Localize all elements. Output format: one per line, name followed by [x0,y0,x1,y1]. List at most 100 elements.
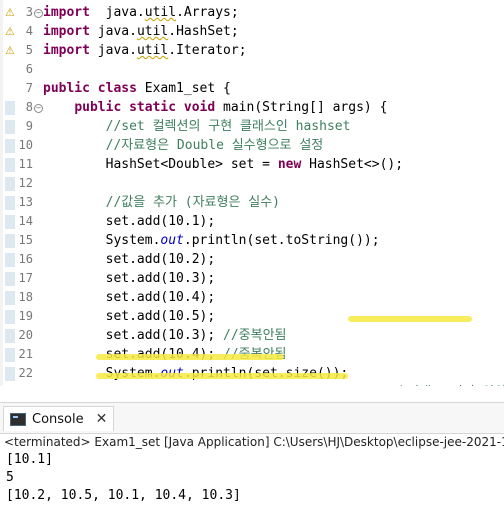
line-number: 16 [18,252,33,266]
line-number: 11 [18,157,33,171]
code-token: System. [43,233,161,248]
line-number: 15 [18,233,33,247]
code-line[interactable]: 12 [0,174,504,193]
code-text: import java.util.HashSet; [43,22,239,41]
code-token: java. [89,5,145,20]
console-view-header: Console ✕ [0,402,504,434]
code-text: set.add(10.4); [43,288,216,307]
fold-toggle-icon[interactable]: − [34,104,43,113]
line-number: 12 [18,176,33,190]
code-text: //값을 추가 (자료형은 실수) [43,193,280,212]
code-text: set.add(10.2); [43,250,216,269]
code-token: set.add(10.2); [43,252,216,267]
line-number: 14 [18,214,33,228]
line-number: 7 [25,81,33,95]
code-line[interactable]: 14 set.add(10.1); [0,212,504,231]
code-token: java. [89,43,137,58]
line-number: 13 [18,195,33,209]
code-token: util [144,5,177,20]
code-text: public class Exam1_set { [43,79,231,98]
line-number: 19 [18,309,33,323]
keyword-token: public static void [74,100,216,115]
code-token: set.add(10.3); [43,328,224,343]
code-token: .println(set.toString()); [184,385,380,386]
code-text: System.out.println(set.toString());//순서대… [43,383,504,386]
code-line[interactable]: 15 System.out.println(set.toString()); [0,231,504,250]
console-tab-label: Console [32,411,84,427]
highlight-stroke [348,316,472,322]
code-token: .HashSet; [168,24,239,39]
code-text: import java.util.Arrays; [43,3,239,22]
code-token: set.add(10.4); [43,290,216,305]
keyword-token: import [43,43,90,58]
code-line[interactable]: 9 //set 컬렉션의 구현 클래스인 hashset [0,117,504,136]
code-line[interactable]: 7 public class Exam1_set { [0,79,504,98]
console-output-line: [10.2, 10.5, 10.1, 10.4, 10.3] [6,488,241,503]
code-token: .println(set.toString()); [183,233,380,248]
keyword-token: public class [43,81,137,96]
code-editor[interactable]: ⚠ 3− import java.util.Arrays; ⚠ 4 import java… [0,0,504,386]
code-token: main(String[] args) { [215,100,388,115]
code-line[interactable]: 13 //값을 추가 (자료형은 실수) [0,193,504,212]
console-output-line: 5 [6,470,14,485]
code-text: System.out.println(set.toString()); [43,231,380,250]
code-text: set.add(10.5); [43,307,216,326]
code-line[interactable]: 8− public static void main(String[] args… [0,98,504,117]
comment-token: //순서대로 되지 않았다. [380,385,504,386]
code-token: HashSet<>(); [301,157,404,172]
line-number: 8 [25,100,33,114]
code-text: import java.util.Iterator; [43,41,247,60]
comment-token: //set 컬렉션의 구현 클래스인 hashset [43,119,351,134]
close-icon[interactable]: ✕ [96,411,108,427]
code-line[interactable]: ⚠ 3− import java.util.Arrays; [0,3,504,22]
comment-token: //자료형은 Double 실수형으로 설정 [43,138,324,153]
code-line[interactable]: 16 set.add(10.2); [0,250,504,269]
fold-toggle-icon[interactable]: − [34,9,43,18]
console-output-line: [10.1] [6,452,53,467]
code-line[interactable]: 23 System.out.println(set.toString());//… [0,383,504,386]
highlight-stroke [96,354,284,360]
code-token: out [160,385,183,386]
code-token: util [136,24,169,39]
code-text: set.add(10.3); //중복안됨 [43,326,287,345]
line-number: 6 [25,62,33,76]
code-token: set.add(10.5); [43,309,216,324]
line-number: 20 [18,328,33,342]
code-line[interactable]: 6 [0,60,504,79]
line-number: 9 [25,119,33,133]
line-number: 4 [25,24,33,38]
code-token: .Iterator; [168,43,247,58]
keyword-token: import [43,5,90,20]
code-text: set.add(10.3); [43,269,216,288]
line-number: 17 [18,271,33,285]
code-line[interactable]: 11 HashSet<Double> set = new HashSet<>()… [0,155,504,174]
code-text: //set 컬렉션의 구현 클래스인 hashset [43,117,351,136]
line-number: 22 [18,366,33,380]
line-number: 18 [18,290,33,304]
tab-console[interactable]: Console ✕ [3,406,115,431]
code-token: util [136,43,169,58]
code-token: .Arrays; [176,5,239,20]
highlight-stroke [96,373,348,379]
console-icon [10,412,26,426]
code-token: set.add(10.1); [43,214,216,229]
code-line[interactable]: 10 //자료형은 Double 실수형으로 설정 [0,136,504,155]
line-number: 23 [0,383,33,386]
code-token: out [160,233,184,248]
keyword-token: import [43,24,90,39]
code-line[interactable]: 20 set.add(10.3); //중복안됨 [0,326,504,345]
code-token: java. [89,24,137,39]
code-line[interactable]: ⚠ 4 import java.util.HashSet; [0,22,504,41]
line-number: 10 [18,138,33,152]
code-line[interactable]: 18 set.add(10.4); [0,288,504,307]
console-terminated-status: <terminated> Exam1_set [Java Application… [4,435,504,449]
code-line[interactable]: 17 set.add(10.3); [0,269,504,288]
comment-token: //값을 추가 (자료형은 실수) [43,195,280,210]
comment-token: //중복안됨 [223,328,287,343]
line-number: 5 [25,43,33,57]
line-number: 3 [25,5,33,19]
code-token: Exam1_set { [136,81,231,96]
code-token: set.add(10.3); [43,271,216,286]
code-line[interactable]: ⚠ 5 import java.util.Iterator; [0,41,504,60]
